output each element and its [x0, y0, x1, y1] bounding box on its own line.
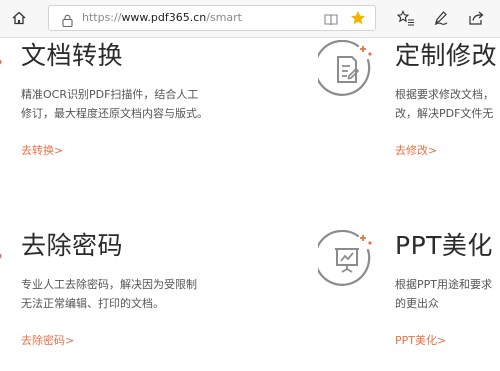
url-host: www.pdf365.cn — [121, 11, 207, 24]
card-title: 文档转换 — [21, 41, 124, 70]
reading-view-icon[interactable] — [324, 11, 338, 30]
card-description-line-1: 根据PPT用途和要求 — [395, 278, 492, 291]
decorative-dot-icon — [0, 59, 2, 65]
card-description-line-1: 专业人工去除密码，解决因为受限制 — [21, 278, 197, 291]
url-scheme: https:// — [82, 11, 122, 24]
decorative-dot-icon — [0, 253, 2, 259]
edit-document-icon — [318, 40, 372, 96]
address-bar[interactable]: https://www.pdf365.cn/smart — [48, 5, 376, 31]
card-description-line-1: 根据要求修改文档， — [395, 88, 494, 101]
browser-toolbar: https://www.pdf365.cn/smart — [0, 0, 500, 38]
card-description-line-2: 改，解决PDF文件无 — [395, 107, 494, 120]
ppt-beautify-link[interactable]: PPT美化> — [395, 334, 446, 348]
share-icon[interactable] — [463, 5, 489, 31]
url-text[interactable]: https://www.pdf365.cn/smart — [82, 11, 242, 25]
card-description-line-1: 精准OCR识别PDF扫描件，结合人工 — [21, 88, 199, 101]
url-path: /smart — [206, 11, 242, 24]
pen-icon[interactable] — [428, 5, 454, 31]
home-icon[interactable] — [6, 5, 32, 31]
card-description-line-2: 的更出众 — [395, 297, 439, 310]
card-title: 定制修改 — [395, 41, 498, 70]
lock-icon[interactable] — [62, 12, 73, 31]
favorites-list-icon[interactable] — [393, 5, 419, 31]
services-grid: 文档转换 精准OCR识别PDF扫描件，结合人工 修订，最大程度还原文档内容与版式… — [0, 38, 500, 371]
card-title: PPT美化 — [395, 231, 493, 260]
convert-link[interactable]: 去转换> — [21, 144, 63, 158]
edit-link[interactable]: 去修改> — [395, 144, 437, 158]
presentation-board-icon — [318, 230, 372, 286]
card-description-line-2: 修订，最大程度还原文档内容与版式。 — [21, 107, 208, 120]
card-title: 去除密码 — [21, 231, 124, 260]
favorite-star-icon[interactable] — [350, 10, 366, 30]
remove-password-link[interactable]: 去除密码> — [21, 334, 74, 348]
card-description-line-2: 无法正常编辑、打印的文档。 — [21, 297, 164, 310]
